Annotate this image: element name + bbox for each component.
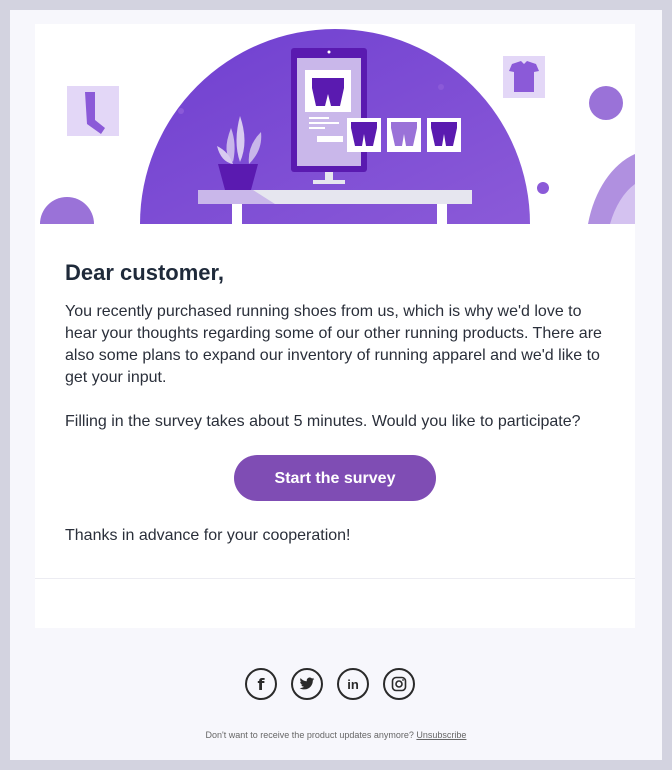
unsubscribe-link[interactable]: Unsubscribe (416, 730, 466, 740)
social-links: f in (245, 668, 415, 700)
survey-paragraph: Filling in the survey takes about 5 minu… (65, 413, 581, 430)
divider (35, 578, 635, 579)
start-survey-button[interactable]: Start the survey (234, 455, 436, 501)
thanks-text: Thanks in advance for your cooperation! (65, 527, 351, 544)
intro-paragraph: You recently purchased running shoes fro… (65, 303, 602, 386)
footer: Don't want to receive the product update… (10, 730, 662, 740)
facebook-glyph: f (257, 674, 265, 694)
instagram-icon[interactable] (383, 668, 415, 700)
facebook-icon[interactable]: f (245, 668, 277, 700)
hero-illustration (35, 24, 635, 224)
cta-wrapper: Start the survey (35, 455, 635, 501)
linkedin-icon[interactable]: in (337, 668, 369, 700)
email-body: Dear customer, You recently purchased ru… (65, 260, 610, 433)
linkedin-glyph: in (347, 676, 359, 692)
footer-text: Don't want to receive the product update… (205, 730, 414, 740)
email-frame: Dear customer, You recently purchased ru… (10, 10, 662, 760)
twitter-icon[interactable] (291, 668, 323, 700)
email-card: Dear customer, You recently purchased ru… (35, 24, 635, 628)
greeting-heading: Dear customer, (65, 260, 224, 285)
